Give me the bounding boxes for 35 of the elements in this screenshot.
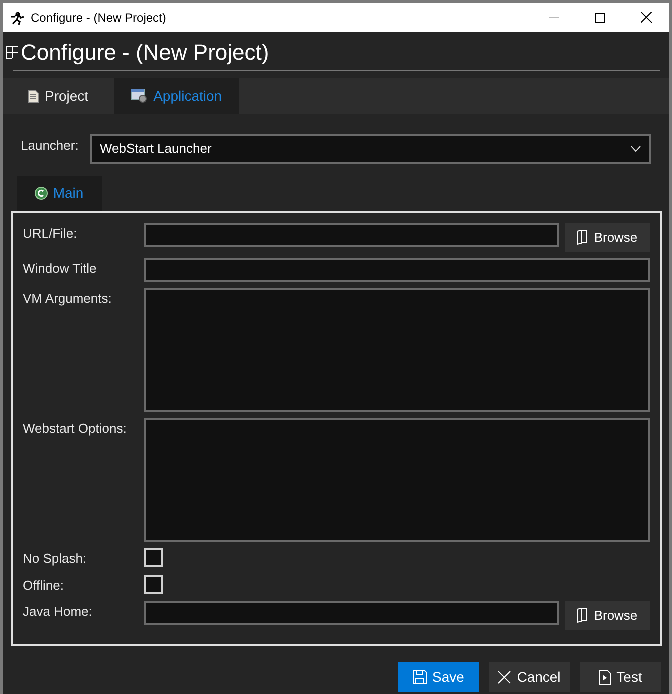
checkbox[interactable]: [144, 548, 163, 567]
folder-icon: [577, 608, 588, 623]
browse-button[interactable]: Browse: [565, 601, 650, 630]
field-label: Offline:: [23, 576, 65, 594]
tab[interactable]: Main: [17, 176, 102, 211]
launcher-dropdown[interactable]: WebStart Launcher: [90, 134, 651, 164]
layout-icon: [6, 46, 19, 58]
browse-button[interactable]: Browse: [565, 223, 650, 252]
tab[interactable]: Application: [114, 78, 240, 114]
minimize-icon[interactable]: [549, 16, 559, 18]
class-icon: [35, 187, 48, 200]
field-label: VM Arguments:: [23, 290, 113, 308]
dialog-button[interactable]: Save: [398, 662, 479, 692]
checkbox[interactable]: [144, 574, 163, 594]
play-document-icon: [598, 670, 611, 684]
page-title: Configure - (New Project): [21, 38, 270, 67]
close-icon[interactable]: [640, 12, 652, 23]
window-title: Configure - (New Project): [31, 10, 166, 26]
launcher-label: Launcher:: [21, 137, 80, 155]
chevron-down-icon: [631, 146, 641, 152]
folder-icon: [577, 230, 588, 245]
close-icon: [498, 670, 512, 684]
save-icon: [412, 670, 427, 684]
runner-icon: [10, 10, 26, 24]
field-label: Java Home:: [23, 603, 94, 621]
field-label: Window Title: [23, 260, 98, 278]
field-label: Webstart Options:: [23, 420, 128, 438]
tab[interactable]: Project: [3, 78, 114, 114]
maximize-icon[interactable]: [595, 12, 605, 22]
dialog-button[interactable]: Test: [580, 662, 661, 692]
dialog-button[interactable]: Cancel: [489, 662, 570, 692]
document-icon: [28, 90, 39, 102]
field-label: URL/File:: [23, 225, 78, 243]
field-label: No Splash:: [23, 550, 88, 568]
window-gear-icon: [130, 89, 148, 103]
